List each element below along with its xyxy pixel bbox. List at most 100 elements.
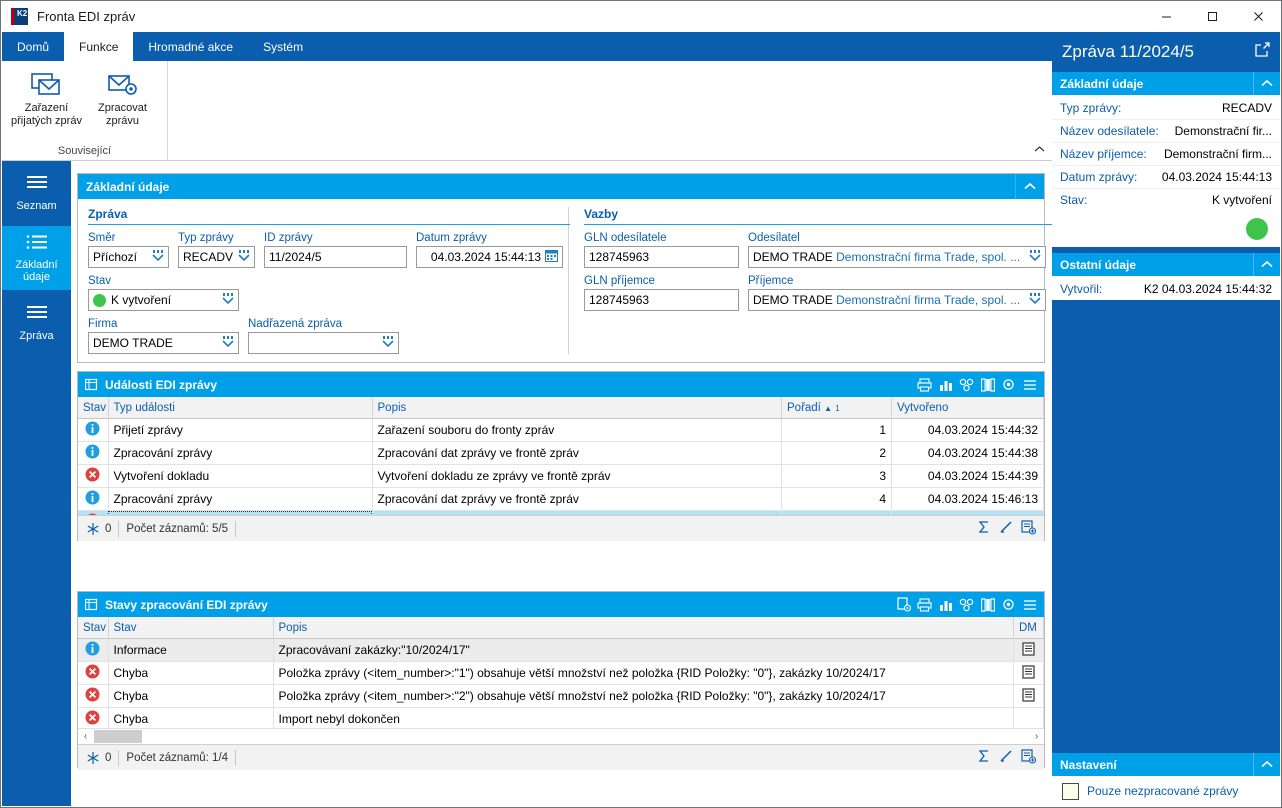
scroll-left-icon[interactable]: ‹ (78, 731, 93, 742)
datum-zpravy-input[interactable]: 04.03.2024 15:44:13 (416, 246, 563, 268)
column-header-dm[interactable]: DM (1013, 617, 1044, 639)
column-header-stav-icon[interactable]: Stav (78, 617, 109, 639)
chevron-up-icon[interactable] (1253, 253, 1280, 276)
column-header-vytvoreno[interactable]: Vytvořeno (891, 397, 1044, 419)
menu-icon[interactable] (1021, 596, 1038, 613)
gln-prijemce-input[interactable]: 128745963 (584, 289, 739, 311)
row-dm-icon-cell[interactable] (1013, 638, 1044, 662)
typ-zpravy-dropdown[interactable]: RECADV (178, 246, 255, 268)
detail-value: Demonstrační fir... (1174, 124, 1272, 138)
only-unprocessed-checkbox-row[interactable]: Pouze nezpracované zprávy (1052, 776, 1280, 806)
new-record-icon[interactable] (1021, 519, 1037, 538)
table-row[interactable]: Zpracování zprávy Zpracování dat zprávy … (78, 441, 1044, 465)
table-row[interactable]: Vytvoření dokladu Vytvoření dokladu ze z… (78, 464, 1044, 488)
zpracovat-zpravu-button[interactable]: Zpracovat zprávu (85, 68, 161, 128)
column-header-popis[interactable]: Popis (273, 617, 1014, 639)
id-zpravy-input[interactable]: 11/2024/5 (264, 246, 407, 268)
chart-icon[interactable] (937, 596, 954, 613)
row-dm-icon-cell[interactable] (1013, 684, 1044, 708)
column-header-poradi[interactable]: Pořadí ▲ 1 (781, 397, 892, 419)
chevron-down-icon (1029, 293, 1041, 307)
zarazeni-prijatych-zprav-button[interactable]: Zařazení přijatých zpráv (9, 68, 85, 128)
export-icon[interactable] (895, 596, 912, 613)
group-icon[interactable] (958, 596, 975, 613)
column-header-stav[interactable]: Stav (108, 617, 274, 639)
checkbox-icon[interactable] (1062, 782, 1079, 800)
typ-zpravy-value: RECADV (183, 250, 234, 264)
column-header-typ-udalosti[interactable]: Typ události (108, 397, 373, 419)
row-state-icon-cell (78, 707, 109, 728)
table-row[interactable]: Přijetí zprávy Zařazení souboru do front… (78, 418, 1044, 442)
open-external-icon[interactable] (1255, 42, 1270, 62)
calendar-icon[interactable] (545, 249, 558, 265)
chevron-up-icon[interactable] (1253, 753, 1280, 776)
prijemce-dropdown[interactable]: DEMO TRADE Demonstrační firma Trade, spo… (748, 289, 1046, 311)
close-button[interactable] (1235, 1, 1281, 31)
chevron-up-icon[interactable] (1015, 174, 1044, 199)
tab-hromadne-akce[interactable]: Hromadné akce (133, 32, 248, 61)
field-smer: Směr Příchozí (88, 232, 169, 268)
main-content: Základní údaje Zpráva Směr Příchozí Typ … (71, 161, 1052, 806)
sum-icon[interactable] (977, 520, 991, 537)
ribbon-group-souvisejici: Zařazení přijatých zpráv Zpracovat zpráv… (2, 61, 168, 160)
columns-icon[interactable] (979, 596, 996, 613)
maximize-button[interactable] (1189, 1, 1235, 31)
table-row[interactable]: Zpracování zprávy Zpracování dat zprávy … (78, 487, 1044, 511)
field-gln-odesilatele: GLN odesílatele 128745963 (584, 232, 739, 268)
firma-dropdown[interactable]: DEMO TRADE (88, 332, 239, 354)
minimize-button[interactable] (1143, 1, 1189, 31)
edit-icon[interactable] (999, 749, 1013, 766)
row-created: 04.03.2024 15:44:32 (891, 418, 1044, 442)
column-header-popis[interactable]: Popis (372, 397, 782, 419)
detail-value: Demonstrační firm... (1163, 147, 1272, 161)
table-row[interactable]: Chyba Import nebyl dokončen (78, 707, 1044, 728)
scroll-thumb[interactable] (94, 730, 142, 743)
gln-odesilatele-input[interactable]: 128745963 (584, 246, 739, 268)
chevron-up-icon[interactable] (1033, 145, 1046, 157)
scroll-right-icon[interactable]: › (1029, 731, 1044, 742)
chevron-down-icon (222, 336, 234, 350)
gear-icon[interactable] (1000, 376, 1017, 393)
group-icon[interactable] (958, 376, 975, 393)
filter-count: 0 (105, 522, 112, 535)
tab-system[interactable]: Systém (248, 32, 318, 61)
states-status-tools (977, 748, 1044, 767)
prijemce-name: Demonstrační firma Trade, spol. ... (836, 293, 1021, 307)
tab-funkce[interactable]: Funkce (64, 32, 134, 61)
menu-icon[interactable] (1021, 376, 1038, 393)
edit-icon[interactable] (999, 520, 1013, 537)
columns-icon[interactable] (979, 376, 996, 393)
filter-flag-icon[interactable] (86, 751, 100, 765)
nadrazena-zprava-dropdown[interactable] (248, 332, 399, 354)
new-record-icon[interactable] (1021, 748, 1037, 767)
sidebar-item-zakladni-udaje[interactable]: Základní údaje (2, 226, 71, 291)
field-nadrazena-zprava: Nadřazená zpráva (248, 318, 399, 354)
print-icon[interactable] (916, 596, 933, 613)
horizontal-scrollbar[interactable]: ‹ › (78, 728, 1044, 744)
odesilatel-dropdown[interactable]: DEMO TRADE Demonstrační firma Trade, spo… (748, 246, 1046, 268)
sum-icon[interactable] (977, 749, 991, 766)
section-title: Ostatní údaje (1060, 257, 1137, 272)
row-created: 04.03.2024 15:44:38 (891, 441, 1044, 465)
sidebar-item-seznam[interactable]: Seznam (2, 161, 71, 226)
id-zpravy-value: 11/2024/5 (269, 250, 322, 264)
fieldset-title: Vazby (584, 207, 619, 221)
gear-icon[interactable] (1000, 596, 1017, 613)
sidebar-item-zprava[interactable]: Zpráva (2, 291, 71, 356)
stav-dropdown[interactable]: K vytvoření (88, 289, 239, 311)
scroll-track[interactable] (93, 730, 1029, 743)
filter-flag-icon[interactable] (86, 522, 100, 536)
print-icon[interactable] (916, 376, 933, 393)
chart-icon[interactable] (937, 376, 954, 393)
column-header-stav[interactable]: Stav (78, 397, 109, 419)
row-created: 04.03.2024 15:44:39 (891, 464, 1044, 488)
table-row[interactable]: Chyba Položka zprávy (<item_number>:"2")… (78, 684, 1044, 708)
row-dm-icon-cell[interactable] (1013, 661, 1044, 685)
row-type: Vytvoření dokladu (108, 464, 373, 488)
table-row[interactable]: Informace Zpracovávaní zakázky:"10/2024/… (78, 638, 1044, 662)
smer-dropdown[interactable]: Příchozí (88, 246, 169, 268)
row-order: 4 (781, 487, 892, 511)
table-row[interactable]: Chyba Položka zprávy (<item_number>:"1")… (78, 661, 1044, 685)
chevron-up-icon[interactable] (1253, 72, 1280, 95)
tab-domu[interactable]: Domů (2, 32, 64, 61)
